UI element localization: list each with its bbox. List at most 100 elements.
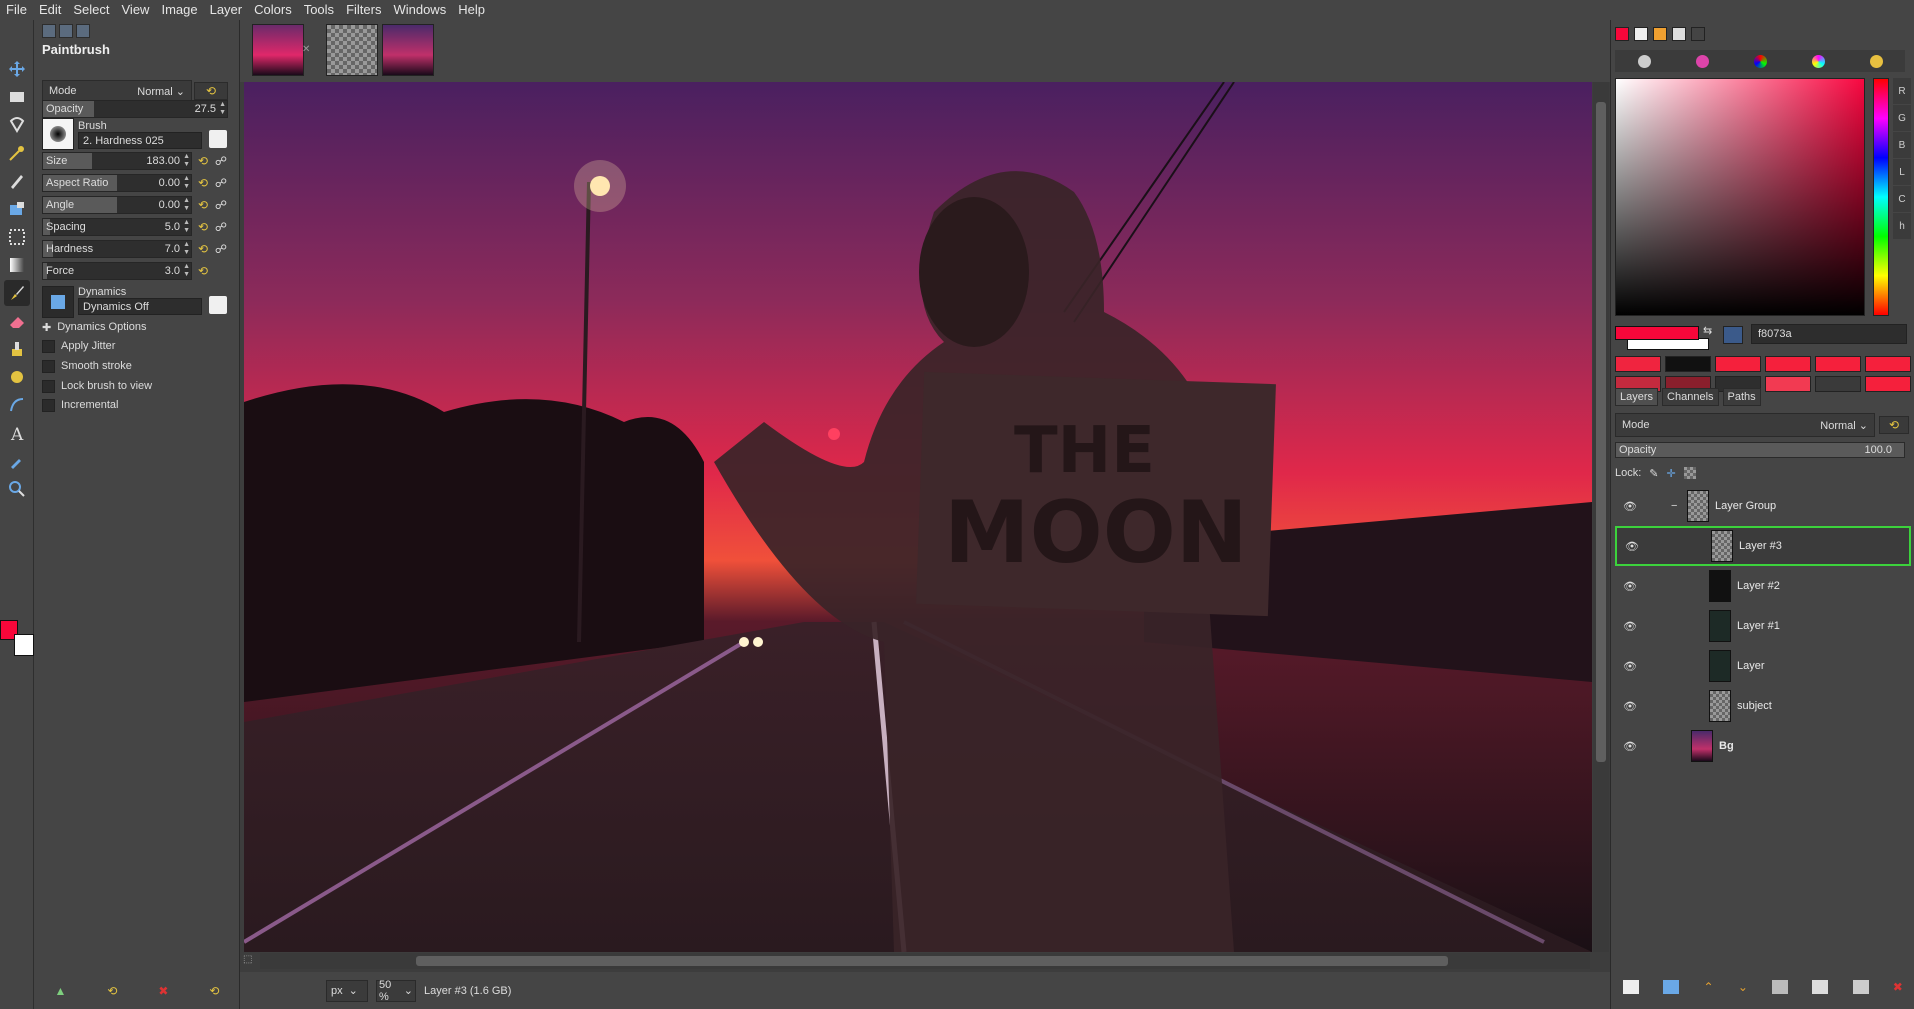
lower-layer-icon[interactable]: ⌄: [1738, 980, 1748, 994]
dynamics-options-expander[interactable]: ✚ Dynamics Options: [42, 319, 146, 335]
checkbox-box[interactable]: [42, 359, 55, 373]
menu-windows[interactable]: Windows: [387, 0, 452, 20]
duplicate-layer-icon[interactable]: [1772, 980, 1789, 994]
edit-brush-icon[interactable]: [209, 130, 227, 148]
spacing-slider[interactable]: Spacing 5.0 ▲ ▼: [42, 218, 192, 236]
menu-layer[interactable]: Layer: [204, 0, 249, 20]
watercolor-tab-icon[interactable]: [1869, 54, 1883, 68]
force-slider[interactable]: Force 3.0 ▲ ▼: [42, 262, 192, 280]
layer-row-selected[interactable]: 👁 Layer #3: [1615, 526, 1911, 566]
checkbox-box[interactable]: [42, 379, 55, 393]
spin-arrows-icon[interactable]: ▲ ▼: [183, 219, 190, 235]
unit-select[interactable]: px ⌄: [326, 979, 368, 1002]
hex-color-input[interactable]: f8073a: [1751, 324, 1907, 344]
horizontal-scroll-thumb[interactable]: [416, 956, 1448, 966]
brush-name-field[interactable]: 2. Hardness 025: [78, 132, 202, 149]
channel-r-button[interactable]: R: [1893, 78, 1911, 104]
paintbrush-tool-icon[interactable]: [4, 280, 30, 306]
aspect-ratio-reset-icon[interactable]: ⟲: [194, 174, 212, 192]
history-swatch[interactable]: [1715, 356, 1761, 372]
aspect-ratio-slider[interactable]: Aspect Ratio 0.00 ▲ ▼: [42, 174, 192, 192]
angle-link-icon[interactable]: ☍: [212, 196, 230, 214]
text-tool-icon[interactable]: A: [4, 420, 30, 446]
layer-row[interactable]: 👁 − Layer Group: [1615, 486, 1911, 526]
channel-l-button[interactable]: L: [1893, 159, 1911, 185]
new-group-icon[interactable]: [1663, 980, 1680, 994]
layer-row[interactable]: 👁 Layer #2: [1615, 566, 1911, 606]
checkbox-box[interactable]: [42, 398, 55, 412]
vertical-scrollbar[interactable]: [1593, 82, 1609, 952]
vertical-scroll-thumb[interactable]: [1596, 102, 1606, 762]
spin-arrows-icon[interactable]: ▲ ▼: [183, 153, 190, 169]
move-tool-icon[interactable]: [4, 56, 30, 82]
spin-arrows-icon[interactable]: ▲ ▼: [219, 101, 226, 117]
angle-slider[interactable]: Angle 0.00 ▲ ▼: [42, 196, 192, 214]
device-status-tab-icon[interactable]: [59, 24, 73, 38]
hardness-slider[interactable]: Hardness 7.0 ▲ ▼: [42, 240, 192, 258]
history-swatch[interactable]: [1815, 376, 1861, 392]
checkbox-box[interactable]: [42, 339, 55, 353]
incremental-checkbox[interactable]: Incremental: [42, 397, 118, 413]
hardness-reset-icon[interactable]: ⟲: [194, 240, 212, 258]
menu-edit[interactable]: Edit: [33, 0, 67, 20]
eye-icon[interactable]: 👁: [1623, 660, 1641, 673]
lock-position-icon[interactable]: ✛: [1667, 467, 1676, 480]
save-options-icon[interactable]: ▲: [54, 984, 66, 998]
navigate-icon[interactable]: ⬚: [243, 954, 252, 965]
menu-image[interactable]: Image: [155, 0, 203, 20]
path-tool-icon[interactable]: [4, 392, 30, 418]
channel-b-button[interactable]: B: [1893, 132, 1911, 158]
mode-reset-button[interactable]: ⟲: [194, 82, 228, 100]
apply-jitter-checkbox[interactable]: Apply Jitter: [42, 338, 115, 354]
history-swatch[interactable]: [1815, 356, 1861, 372]
swap-colors-icon[interactable]: ⇆: [1703, 324, 1712, 337]
history-swatch[interactable]: [1865, 356, 1911, 372]
menu-view[interactable]: View: [116, 0, 156, 20]
tool-options-tab-icon[interactable]: [42, 24, 56, 38]
channel-h-button[interactable]: h: [1893, 213, 1911, 239]
image-canvas[interactable]: THE MOON: [244, 82, 1592, 952]
scales-tab-icon[interactable]: [1637, 54, 1651, 68]
layer-mode-select[interactable]: Mode Normal ⌄: [1615, 413, 1875, 437]
layer-row[interactable]: 👁 Layer #1: [1615, 606, 1911, 646]
document-tab-icon[interactable]: [1691, 27, 1705, 41]
patterns-tab-icon[interactable]: [1653, 27, 1667, 41]
eye-icon[interactable]: 👁: [1625, 540, 1643, 553]
gradient-tool-icon[interactable]: [4, 252, 30, 278]
undo-history-tab-icon[interactable]: [76, 24, 90, 38]
color-picker-icon[interactable]: [1723, 326, 1743, 344]
size-link-icon[interactable]: ☍: [212, 152, 230, 170]
close-tab-icon[interactable]: ✕: [302, 44, 310, 55]
zoom-tool-icon[interactable]: [4, 476, 30, 502]
lock-alpha-icon[interactable]: [1683, 467, 1696, 479]
layer-opacity-slider[interactable]: Opacity 100.0: [1615, 442, 1905, 458]
raise-layer-icon[interactable]: ⌃: [1704, 980, 1714, 994]
fg-color-tab-icon[interactable]: [1615, 27, 1629, 41]
lock-pixels-icon[interactable]: ✎: [1649, 467, 1658, 480]
history-swatch[interactable]: [1615, 356, 1661, 372]
history-swatch[interactable]: [1765, 376, 1811, 392]
size-slider[interactable]: Size 183.00 ▲ ▼: [42, 152, 192, 170]
delete-options-icon[interactable]: ✖: [158, 984, 168, 998]
delete-layer-icon[interactable]: ✖: [1893, 980, 1903, 994]
hardness-link-icon[interactable]: ☍: [212, 240, 230, 258]
anchor-layer-icon[interactable]: [1812, 980, 1829, 994]
menu-colors[interactable]: Colors: [248, 0, 298, 20]
fonts-tab-icon[interactable]: [1672, 27, 1686, 41]
menu-select[interactable]: Select: [67, 0, 115, 20]
menu-tools[interactable]: Tools: [298, 0, 340, 20]
mask-layer-icon[interactable]: [1852, 980, 1869, 994]
brushes-tab-icon[interactable]: [1634, 27, 1648, 41]
image-tab-3[interactable]: [382, 24, 434, 76]
layer-row[interactable]: 👁 Bg: [1615, 726, 1911, 766]
layer-mode-reset-icon[interactable]: ⟲: [1879, 416, 1909, 434]
eye-icon[interactable]: 👁: [1623, 580, 1641, 593]
reset-options-icon[interactable]: ⟲: [209, 984, 219, 998]
lock-brush-checkbox[interactable]: Lock brush to view: [42, 378, 152, 394]
aspect-ratio-link-icon[interactable]: ☍: [212, 174, 230, 192]
clone-tool-icon[interactable]: [4, 336, 30, 362]
menu-filters[interactable]: Filters: [340, 0, 387, 20]
mode-select[interactable]: Mode Normal ⌄: [42, 80, 192, 102]
horizontal-scrollbar[interactable]: [260, 953, 1590, 969]
tab-channels[interactable]: Channels: [1662, 388, 1719, 406]
